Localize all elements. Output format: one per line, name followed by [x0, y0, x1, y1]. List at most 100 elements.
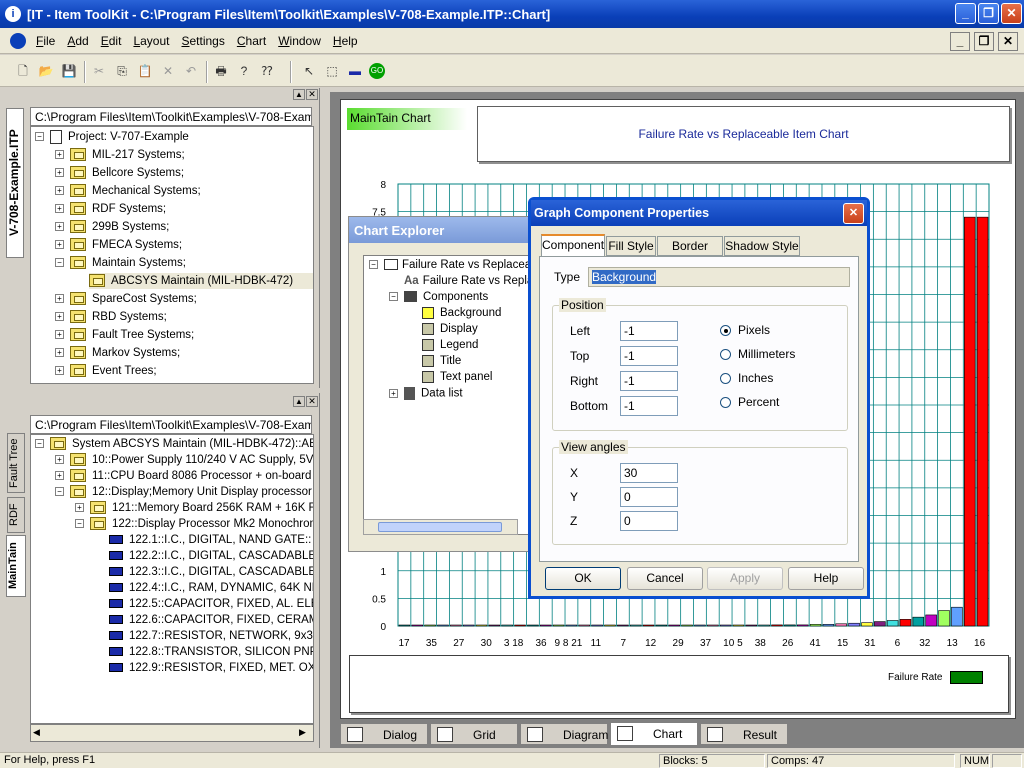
menu-help[interactable]: Help — [327, 34, 364, 48]
paste-icon[interactable]: 📋 — [136, 62, 154, 80]
cancel-button[interactable]: Cancel — [627, 567, 703, 590]
panel-close-icon[interactable]: ✕ — [306, 396, 318, 407]
unit-radio[interactable] — [720, 373, 731, 384]
tree-item[interactable]: −12::Display;Memory Unit Display process… — [55, 484, 313, 500]
explorer-child[interactable]: Background — [422, 307, 501, 319]
vtab-maintain[interactable]: MainTain — [6, 535, 26, 597]
tree-item[interactable]: + Markov Systems; — [55, 345, 180, 361]
vtab-rdf[interactable]: RDF — [7, 497, 25, 533]
new-icon[interactable]: 🗋 — [14, 62, 32, 80]
tree-item[interactable]: + RBD Systems; — [55, 309, 167, 325]
pos-input[interactable]: -1 — [620, 346, 678, 366]
tree-item[interactable]: + MIL-217 Systems; — [55, 147, 185, 163]
tab-shadow-style[interactable]: Shadow Style — [724, 236, 800, 256]
component-item[interactable]: 122.5::CAPACITOR, FIXED, AL. ELE — [109, 596, 313, 612]
menu-file[interactable]: File — [30, 34, 61, 48]
help-button[interactable]: Help — [788, 567, 864, 590]
explorer-child[interactable]: Legend — [422, 339, 478, 351]
tree-item[interactable]: + Mechanical Systems; — [55, 183, 201, 199]
explorer-title-node[interactable]: Failure Rate vs Replac — [423, 275, 539, 287]
delete-icon[interactable]: ✕ — [159, 62, 177, 80]
unit-radio[interactable] — [720, 397, 731, 408]
explorer-child[interactable]: Text panel — [422, 371, 492, 383]
scroll-right-icon[interactable]: ▶ — [299, 727, 306, 738]
help-icon[interactable]: ? — [235, 62, 253, 80]
menu-chart[interactable]: Chart — [231, 34, 272, 48]
horizontal-scrollbar[interactable]: ◀ ▶ — [30, 724, 314, 742]
context-help-icon[interactable]: ⁇ — [258, 62, 276, 80]
explorer-scroll-thumb[interactable] — [378, 522, 502, 532]
bottom-tab-grid[interactable]: Grid — [430, 723, 518, 745]
component-item[interactable]: 122.9::RESISTOR, FIXED, MET. OXI — [109, 660, 313, 676]
menu-edit[interactable]: Edit — [95, 34, 128, 48]
system-node[interactable]: − System ABCSYS Maintain (MIL-HDBK-472)::… — [35, 436, 313, 452]
panel-pin-icon[interactable]: ▲ — [293, 89, 305, 100]
pos-input[interactable]: -1 — [620, 371, 678, 391]
bottom-tab-chart[interactable]: Chart — [610, 722, 698, 746]
tree-item[interactable]: + SpareCost Systems; — [55, 291, 197, 307]
tree-item[interactable]: +11::CPU Board 8086 Processor + on-board… — [55, 468, 313, 484]
cut-icon[interactable]: ✂ — [90, 62, 108, 80]
explorer-child[interactable]: Display — [422, 323, 478, 335]
tree-item[interactable]: +10::Power Supply 110/240 V AC Supply, 5… — [55, 452, 313, 468]
dialog-close-button[interactable]: ✕ — [843, 203, 864, 224]
explorer-scrollbar[interactable] — [363, 519, 518, 535]
component-item[interactable]: 122.1::I.C., DIGITAL, NAND GATE:: ( — [109, 532, 313, 548]
vtab-fault-tree[interactable]: Fault Tree — [7, 433, 25, 493]
tree-item[interactable]: + FMECA Systems; — [55, 237, 182, 253]
bottom-tab-result[interactable]: Result — [700, 723, 788, 745]
explorer-root[interactable]: Failure Rate vs Replaceabl — [402, 259, 540, 271]
angle-input[interactable]: 0 — [620, 487, 678, 507]
component-item[interactable]: 122.7::RESISTOR, NETWORK, 9x33 — [109, 628, 313, 644]
project-node[interactable]: − Project: V-707-Example — [35, 129, 189, 145]
menu-layout[interactable]: Layout — [127, 34, 175, 48]
pointer-icon[interactable]: ↖ — [300, 62, 318, 80]
angle-input[interactable]: 0 — [620, 511, 678, 531]
save-icon[interactable]: 💾 — [60, 62, 78, 80]
pos-input[interactable]: -1 — [620, 396, 678, 416]
tab-border-style[interactable]: Border Style — [657, 236, 723, 271]
component-item[interactable]: 122.2::I.C., DIGITAL, CASCADABLE — [109, 548, 313, 564]
unit-radio[interactable] — [720, 349, 731, 360]
menu-add[interactable]: Add — [61, 34, 94, 48]
restore-button[interactable]: ❐ — [978, 3, 999, 24]
ok-button[interactable]: OK — [545, 567, 621, 590]
mdi-restore-button[interactable]: ❐ — [974, 32, 994, 51]
tab-component[interactable]: Component — [541, 234, 605, 256]
tree-item[interactable]: −122::Display Processor Mk2 Monochrome — [75, 516, 313, 532]
panel-close-icon[interactable]: ✕ — [306, 89, 318, 100]
bottom-tab-diagram[interactable]: Diagram — [520, 723, 608, 745]
tree-item[interactable]: − Maintain Systems; — [55, 255, 186, 271]
component-item[interactable]: 122.6::CAPACITOR, FIXED, CERAMI — [109, 612, 313, 628]
explorer-child[interactable]: Title — [422, 355, 461, 367]
go-icon[interactable]: GO — [369, 63, 385, 79]
tab-fill-style[interactable]: Fill Style — [606, 236, 656, 256]
vtab-project-file[interactable]: V-708-Example.ITP — [6, 108, 24, 258]
angle-input[interactable]: 30 — [620, 463, 678, 483]
component-icon[interactable]: ▬ — [346, 62, 364, 80]
explorer-components[interactable]: Components — [423, 291, 488, 303]
minimize-button[interactable]: _ — [955, 3, 976, 24]
tree-item[interactable]: +121::Memory Board 256K RAM + 16K RO — [75, 500, 313, 516]
tree-item-selected[interactable]: ABCSYS Maintain (MIL-HDBK-472) — [89, 273, 313, 289]
tree-item[interactable]: + Fault Tree Systems; — [55, 327, 194, 343]
component-item[interactable]: 122.4::I.C., RAM, DYNAMIC, 64K NM — [109, 580, 313, 596]
copy-icon[interactable]: ⎘ — [113, 62, 131, 80]
menu-settings[interactable]: Settings — [175, 34, 230, 48]
tree-item[interactable]: +299B Systems; — [55, 219, 169, 235]
print-icon[interactable]: 🖶 — [212, 62, 230, 80]
component-item[interactable]: 122.3::I.C., DIGITAL, CASCADABLE I — [109, 564, 313, 580]
scroll-left-icon[interactable]: ◀ — [33, 727, 40, 738]
block-icon[interactable]: ⬚ — [323, 62, 341, 80]
unit-radio[interactable] — [720, 325, 731, 336]
bottom-tab-dialog[interactable]: Dialog — [340, 723, 428, 745]
undo-icon[interactable]: ↶ — [182, 62, 200, 80]
close-button[interactable]: ✕ — [1001, 3, 1022, 24]
open-icon[interactable]: 📂 — [37, 62, 55, 80]
panel-pin-icon[interactable]: ▲ — [293, 396, 305, 407]
tree-item[interactable]: + Event Trees; — [55, 363, 157, 379]
menu-window[interactable]: Window — [272, 34, 327, 48]
mdi-minimize-button[interactable]: _ — [950, 32, 970, 51]
component-item[interactable]: 122.8::TRANSISTOR, SILICON PNP: — [109, 644, 313, 660]
mdi-close-button[interactable]: ✕ — [998, 32, 1018, 51]
